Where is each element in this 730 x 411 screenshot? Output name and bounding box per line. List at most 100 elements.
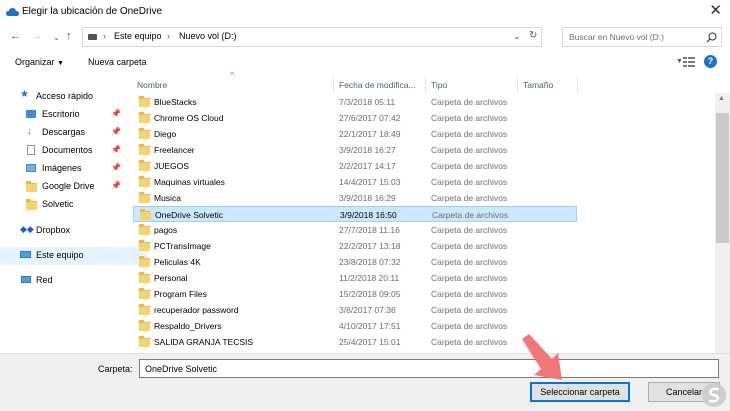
file-type: Carpeta de archivos bbox=[431, 304, 508, 315]
help-button[interactable]: ? bbox=[704, 55, 717, 68]
search-icon[interactable] bbox=[706, 32, 717, 43]
file-row[interactable]: Personal 11/2/2018 20:11 Carpeta de arch… bbox=[133, 270, 577, 286]
file-date: 7/3/2018 05:11 bbox=[339, 96, 396, 107]
folder-icon bbox=[139, 176, 150, 187]
column-header-fecha[interactable]: Fecha de modifica... bbox=[339, 80, 416, 90]
recent-locations-chevron-icon[interactable]: ⌄ bbox=[53, 32, 60, 44]
close-icon[interactable]: ✕ bbox=[709, 2, 722, 20]
column-divider[interactable] bbox=[517, 77, 518, 93]
sort-ascending-icon: ^ bbox=[230, 70, 235, 80]
sidebar-item-label: Google Drive bbox=[42, 181, 95, 191]
column-header-nombre[interactable]: Nombre bbox=[137, 80, 167, 90]
scroll-up-icon[interactable]: ▲ bbox=[718, 95, 725, 102]
column-divider[interactable] bbox=[333, 77, 334, 93]
view-dropdown-icon[interactable]: ▼ bbox=[676, 58, 683, 65]
file-date: 22/2/2017 13:18 bbox=[339, 240, 401, 251]
folder-icon bbox=[139, 256, 150, 267]
file-row[interactable]: pagos 27/7/2018 11:16 Carpeta de archivo… bbox=[133, 222, 577, 238]
sidebar-item-dropbox[interactable]: ◆◆ Dropbox bbox=[0, 222, 130, 240]
sidebar-item-imagenes[interactable]: Imágenes 📌 bbox=[0, 160, 130, 178]
folder-icon bbox=[139, 144, 150, 155]
file-type: Carpeta de archivos bbox=[431, 320, 508, 331]
file-name: Maquinas virtuales bbox=[154, 176, 225, 187]
file-row[interactable]: Freelancer 3/9/2018 16:27 Carpeta de arc… bbox=[133, 142, 577, 158]
organize-button[interactable]: Organizar ▼ bbox=[15, 57, 64, 67]
sidebar-item-label: Documentos bbox=[42, 145, 93, 155]
file-row[interactable]: BlueStacks 7/3/2018 05:11 Carpeta de arc… bbox=[133, 94, 577, 110]
navigation-pane: ★ Acceso rápido Escritorio 📌 ↓ Descargas… bbox=[0, 76, 148, 353]
file-row[interactable]: SALIDA GRANJA TECSIS 25/4/2017 15:01 Car… bbox=[133, 334, 577, 350]
file-date: 22/1/2017 18:49 bbox=[339, 128, 401, 139]
file-name: OneDrive Solvetic bbox=[155, 209, 224, 220]
folder-icon bbox=[139, 224, 150, 235]
sidebar-item-red[interactable]: Red bbox=[0, 272, 130, 290]
column-header-tipo[interactable]: Tipo bbox=[431, 80, 447, 90]
column-divider[interactable] bbox=[425, 77, 426, 93]
file-type: Carpeta de archivos bbox=[431, 112, 508, 123]
file-name: JUEGOS bbox=[154, 160, 189, 171]
file-row[interactable]: PCTransImage 22/2/2017 13:18 Carpeta de … bbox=[133, 238, 577, 254]
file-date: 3/8/2017 07:36 bbox=[339, 304, 396, 315]
address-dropdown-icon[interactable]: ⌄ bbox=[513, 31, 521, 42]
file-type: Carpeta de archivos bbox=[431, 96, 508, 107]
sidebar-item-descargas[interactable]: ↓ Descargas 📌 bbox=[0, 124, 130, 142]
folder-name-input[interactable]: OneDrive Solvetic bbox=[139, 359, 719, 378]
sidebar-item-label: Imágenes bbox=[42, 163, 82, 173]
pictures-icon bbox=[26, 164, 36, 172]
file-name: Diego bbox=[154, 128, 177, 139]
file-type: Carpeta de archivos bbox=[431, 256, 508, 267]
file-type: Carpeta de archivos bbox=[431, 160, 508, 171]
file-row[interactable]: JUEGOS 2/2/2017 14:17 Carpeta de archivo… bbox=[133, 158, 577, 174]
scrollbar-thumb[interactable] bbox=[716, 113, 729, 243]
new-folder-button[interactable]: Nueva carpeta bbox=[88, 57, 147, 67]
breadcrumb-nuevo-vol[interactable]: Nuevo vol (D:) bbox=[179, 31, 237, 41]
sidebar-item-solvetic[interactable]: Solvetic bbox=[0, 196, 130, 214]
file-type: Carpeta de archivos bbox=[431, 192, 508, 203]
breadcrumb-separator-icon: › bbox=[103, 31, 106, 41]
pin-icon: 📌 bbox=[111, 163, 121, 172]
file-type: Carpeta de archivos bbox=[431, 224, 508, 235]
file-date: 11/2/2018 20:11 bbox=[339, 272, 400, 283]
file-row[interactable]: Maquinas virtuales 14/4/2017 15:03 Carpe… bbox=[133, 174, 577, 190]
up-arrow-icon[interactable]: ↑ bbox=[66, 30, 72, 42]
forward-arrow-icon[interactable]: → bbox=[31, 30, 42, 42]
address-bar[interactable]: › Este equipo › Nuevo vol (D:) ⌄ ↻ bbox=[82, 27, 542, 47]
file-row[interactable]: Respaldo_Drivers 4/10/2017 17:51 Carpeta… bbox=[133, 318, 577, 334]
refresh-icon[interactable]: ↻ bbox=[529, 30, 537, 41]
file-name: Freelancer bbox=[154, 144, 195, 155]
sidebar-item-google-drive[interactable]: Google Drive 📌 bbox=[0, 178, 130, 196]
file-date: 27/7/2018 11:16 bbox=[339, 224, 400, 235]
star-icon: ★ bbox=[20, 89, 29, 100]
sidebar-item-acceso-rapido[interactable]: ★ Acceso rápido bbox=[0, 88, 130, 106]
file-row-selected[interactable]: OneDrive Solvetic 3/9/2018 16:50 Carpeta… bbox=[133, 206, 577, 222]
folder-icon bbox=[139, 192, 150, 203]
file-date: 14/4/2017 15:03 bbox=[339, 176, 401, 187]
back-arrow-icon[interactable]: ← bbox=[10, 30, 21, 42]
sidebar-item-label: Solvetic bbox=[42, 199, 74, 209]
file-type: Carpeta de archivos bbox=[431, 128, 508, 139]
file-row[interactable]: Program Files 15/2/2018 09:05 Carpeta de… bbox=[133, 286, 577, 302]
sidebar-item-label: Acceso rápido bbox=[36, 91, 94, 101]
sidebar-item-documentos[interactable]: Documentos 📌 bbox=[0, 142, 130, 160]
file-row[interactable]: Musica 3/9/2018 16:29 Carpeta de archivo… bbox=[133, 190, 577, 206]
column-header-row: ^ Nombre Fecha de modifica... Tipo Tamañ… bbox=[133, 70, 715, 93]
breadcrumb-este-equipo[interactable]: Este equipo bbox=[114, 31, 162, 41]
file-row[interactable]: Peliculas 4K 23/8/2018 07:32 Carpeta de … bbox=[133, 254, 577, 270]
column-divider[interactable] bbox=[577, 77, 578, 93]
breadcrumb-separator-icon: › bbox=[167, 31, 170, 41]
file-row[interactable]: Diego 22/1/2017 18:49 Carpeta de archivo… bbox=[133, 126, 577, 142]
view-options-icon[interactable] bbox=[683, 57, 695, 67]
search-input[interactable]: Buscar en Nuevo vol (D:) bbox=[562, 27, 722, 47]
file-row[interactable]: recuperador password 3/8/2017 07:36 Carp… bbox=[133, 302, 577, 318]
file-name: Musica bbox=[154, 192, 181, 203]
file-date: 3/9/2018 16:50 bbox=[340, 209, 397, 220]
file-row[interactable]: Chrome OS Cloud 27/6/2017 07:42 Carpeta … bbox=[133, 110, 577, 126]
pin-icon: 📌 bbox=[111, 109, 121, 118]
sidebar-item-escritorio[interactable]: Escritorio 📌 bbox=[0, 106, 130, 124]
sidebar-item-este-equipo[interactable]: Este equipo bbox=[0, 247, 148, 265]
folder-icon bbox=[140, 209, 151, 220]
folder-icon bbox=[139, 288, 150, 299]
select-folder-button[interactable]: Seleccionar carpeta bbox=[530, 382, 630, 402]
column-header-tamano[interactable]: Tamaño bbox=[523, 80, 553, 90]
folder-icon bbox=[139, 96, 150, 107]
